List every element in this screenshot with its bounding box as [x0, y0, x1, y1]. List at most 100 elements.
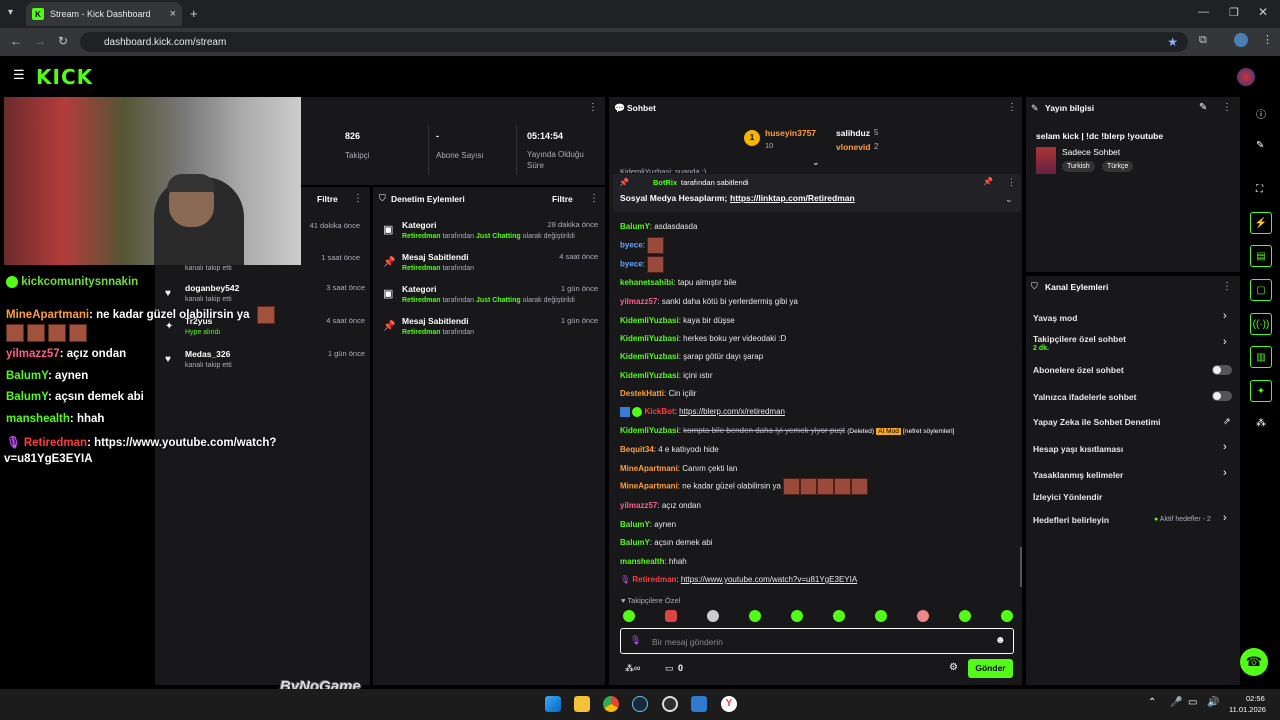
edit-stream-info-icon[interactable]: ✎ [1199, 102, 1207, 113]
unpin-icon[interactable]: 📌 [983, 177, 993, 186]
mod-filter-button[interactable]: Filtre [552, 194, 573, 204]
tools-icon[interactable]: ✦ [1250, 380, 1272, 402]
start-icon[interactable] [545, 696, 561, 712]
tray-chevron-icon[interactable]: ⌃ [1148, 697, 1156, 708]
windows-taskbar: Y ⌃ 🎤 ▭ 🔊 02:56 11.01.2026 [0, 689, 1280, 720]
activity-item: ♥ Medas_326 kanalı takip etti 1 gün önce [165, 349, 365, 369]
url-field[interactable]: dashboard.kick.com/stream ★ [80, 32, 1188, 52]
emoji-picker-icon[interactable]: ☻ [995, 635, 1006, 646]
chat-message: yilmazz57: açız ondan [620, 501, 701, 510]
mod-item: ▣ Kategori 1 gün önce Retiredman tarafın… [383, 284, 598, 304]
emote-only-item: Yalnızca ifadelerle sohbet [1033, 392, 1137, 402]
back-icon[interactable]: ← [10, 34, 22, 48]
chat-message: KidemliYuzbasi: herkes boku yer videodak… [620, 334, 787, 343]
minimize-icon[interactable]: — [1198, 6, 1209, 18]
app-icon[interactable] [691, 696, 707, 712]
chevron-right-icon[interactable]: › [1223, 336, 1227, 348]
chat-icon[interactable]: ▢ [1250, 279, 1272, 301]
clock-time[interactable]: 02:56 [1246, 694, 1265, 703]
chat-count-icon: ▭ [665, 663, 674, 673]
stats-panel: ⋮ 826 Takipçi - Abone Sayısı 05:14:54 Ya… [300, 97, 605, 185]
chevron-right-icon[interactable]: › [1223, 310, 1227, 322]
chat-menu-icon[interactable]: ⋮ [1007, 102, 1017, 113]
account-age-item[interactable]: Hesap yaşı kısıtlaması [1033, 444, 1123, 454]
fullscreen-icon[interactable]: ⛶ [1256, 184, 1263, 195]
tray-mic-icon[interactable]: 🎤 [1170, 697, 1182, 708]
chrome-icon[interactable] [603, 696, 619, 712]
hamburger-menu-icon[interactable]: ☰ [13, 67, 25, 83]
address-bar-row: ← → ↻ dashboard.kick.com/stream ★ ⧉ ⋮ [0, 28, 1280, 56]
subscribers-only-toggle[interactable] [1212, 365, 1232, 375]
send-button[interactable]: Gönder [968, 659, 1013, 678]
channel-actions-menu-icon[interactable]: ⋮ [1222, 281, 1232, 292]
slow-mode-item[interactable]: Yavaş mod [1033, 313, 1077, 323]
clock-date[interactable]: 11.01.2026 [1229, 705, 1266, 714]
chat-message: KidemliYuzbasi: kompta bile benden daha … [620, 426, 955, 435]
bookmark-star-icon[interactable]: ★ [1167, 35, 1178, 49]
pinned-link[interactable]: https://linktap.com/Retiredman [730, 193, 855, 203]
chevron-right-icon[interactable]: › [1223, 467, 1227, 479]
pinned-menu-icon[interactable]: ⋮ [1007, 177, 1016, 188]
kick-logo[interactable]: KICK [36, 65, 93, 89]
layout-icon[interactable]: ▥ [1250, 346, 1272, 368]
document-icon[interactable]: ▤ [1250, 245, 1272, 267]
close-window-icon[interactable]: ✕ [1258, 5, 1268, 19]
overlay-emote-row [6, 324, 90, 342]
activity-filter-button[interactable]: Filtre [317, 194, 338, 204]
goals-item[interactable]: Hedefleri belirleyin [1033, 515, 1109, 525]
chat-message: BalumY: aynen [620, 520, 677, 529]
tab-search-icon[interactable]: ▾ [8, 7, 13, 18]
emote-only-toggle[interactable] [1212, 391, 1232, 401]
collapse-gifters-icon[interactable]: ⌄ [812, 157, 820, 168]
banned-words-item[interactable]: Yasaklanmış kelimeler [1033, 470, 1123, 480]
activity-menu-icon[interactable]: ⋮ [353, 193, 363, 204]
browser-tab[interactable]: K Stream - Kick Dashboard × [26, 2, 182, 26]
raid-item[interactable]: İzleyici Yönlendir [1033, 492, 1102, 502]
stream-info-menu-icon[interactable]: ⋮ [1222, 102, 1232, 113]
tray-volume-icon[interactable]: 🔊 [1207, 697, 1219, 708]
expand-pinned-icon[interactable]: ⌄ [1005, 194, 1013, 205]
close-tab-icon[interactable]: × [170, 8, 176, 20]
tab-title: Stream - Kick Dashboard [50, 9, 151, 19]
edit-icon[interactable]: ✎ [1256, 140, 1264, 151]
maximize-icon[interactable]: ❐ [1229, 6, 1239, 19]
stat-followers: 826 Takipçi [345, 131, 370, 160]
steam-icon[interactable] [632, 696, 648, 712]
ai-moderation-item[interactable]: Yapay Zeka ile Sohbet Denetimi [1033, 417, 1161, 427]
channel-points-icon[interactable]: ⁂∞ [625, 663, 640, 674]
chevron-right-icon[interactable]: › [1223, 512, 1227, 524]
tag-chip[interactable]: Turkish [1062, 161, 1095, 172]
quick-action-icon[interactable]: ⚡ [1250, 212, 1272, 234]
user-avatar[interactable] [1237, 68, 1255, 86]
browser-menu-icon[interactable]: ⋮ [1262, 33, 1273, 46]
stat-subscribers: - Abone Sayısı [436, 131, 484, 160]
category-thumbnail [1036, 147, 1056, 174]
profile-icon[interactable] [1234, 33, 1248, 47]
obs-icon[interactable] [662, 696, 678, 712]
tag-chip[interactable]: Türkçe [1102, 161, 1134, 172]
stream-info-panel: ✎ Yayın bilgisi ✎ ⋮ selam kick | !dc !bl… [1026, 97, 1240, 272]
heart-icon: ♥ [165, 354, 171, 365]
reload-icon[interactable]: ↻ [58, 34, 68, 48]
chat-input[interactable]: 🎙 Bir mesaj gönderin ☻ [620, 628, 1014, 654]
stats-menu-icon[interactable]: ⋮ [588, 102, 598, 113]
people-icon[interactable]: ⁂ [1256, 418, 1266, 429]
chevron-right-icon[interactable]: › [1223, 441, 1227, 453]
mic-icon: 🎙 [630, 635, 642, 645]
tray-network-icon[interactable]: ▭ [1188, 697, 1197, 708]
yandex-icon[interactable]: Y [721, 696, 737, 712]
support-button-icon[interactable]: ☎ [1240, 648, 1268, 676]
info-icon[interactable]: ⓘ [1256, 106, 1266, 121]
emote-quick-row [623, 610, 1013, 624]
forward-icon[interactable]: → [34, 34, 46, 48]
mod-menu-icon[interactable]: ⋮ [589, 193, 599, 204]
external-link-icon[interactable]: ⇗ [1223, 416, 1231, 427]
overlay-chat-line: 🎙 Retiredman: https://www.youtube.com/wa… [6, 437, 277, 449]
kick-badge-icon [6, 276, 18, 288]
new-tab-icon[interactable]: + [190, 6, 198, 21]
broadcast-icon[interactable]: ((·)) [1250, 313, 1272, 335]
extensions-icon[interactable]: ⧉ [1199, 34, 1207, 47]
followers-only-item[interactable]: Takipçilere özel sohbet [1033, 334, 1126, 344]
file-explorer-icon[interactable] [574, 696, 590, 712]
chat-settings-icon[interactable]: ⚙ [949, 662, 958, 673]
